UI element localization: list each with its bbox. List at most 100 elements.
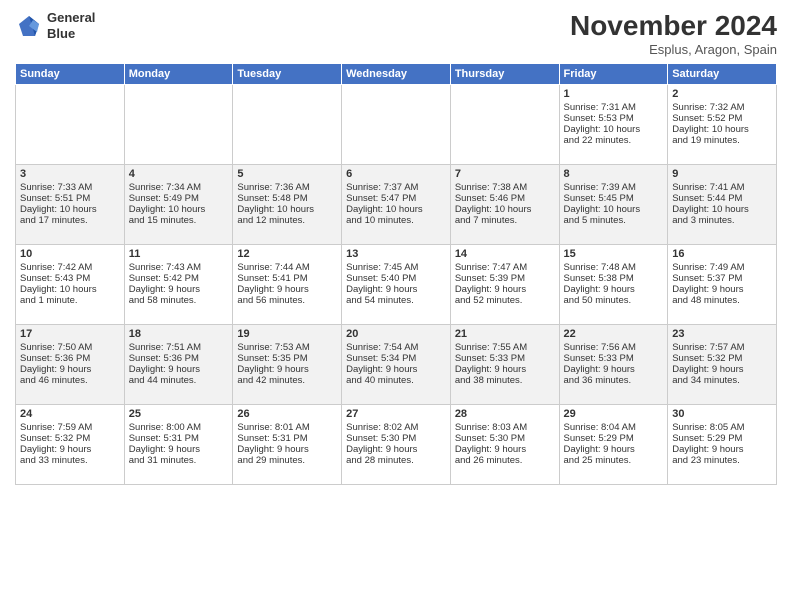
calendar-cell: 27Sunrise: 8:02 AMSunset: 5:30 PMDayligh… [342, 405, 451, 485]
cell-text: Daylight: 9 hours [237, 444, 337, 455]
calendar-cell [16, 85, 125, 165]
calendar-cell: 6 Sunrise: 7:37 AMSunset: 5:47 PMDaylight… [342, 165, 451, 245]
day-number: 14 [455, 248, 555, 260]
cell-text: Sunrise: 7:34 AM [129, 182, 229, 193]
cell-text: and 40 minutes. [346, 375, 446, 386]
cell-text: and 22 minutes. [564, 135, 664, 146]
cell-text: Sunset: 5:38 PM [564, 273, 664, 284]
day-number: 9 [672, 168, 772, 180]
calendar-cell [342, 85, 451, 165]
cell-text: and 26 minutes. [455, 455, 555, 466]
logo-icon [15, 12, 43, 40]
title-area: November 2024 Esplus, Aragon, Spain [570, 10, 777, 57]
day-number: 18 [129, 328, 229, 340]
cell-text: Sunset: 5:34 PM [346, 353, 446, 364]
cell-text: Daylight: 9 hours [346, 284, 446, 295]
cell-text: Daylight: 9 hours [455, 364, 555, 375]
day-number: 22 [564, 328, 664, 340]
day-number: 13 [346, 248, 446, 260]
calendar-cell: 13Sunrise: 7:45 AMSunset: 5:40 PMDayligh… [342, 245, 451, 325]
cell-text: Sunrise: 7:31 AM [564, 102, 664, 113]
cell-text: Daylight: 9 hours [455, 284, 555, 295]
cell-text: and 42 minutes. [237, 375, 337, 386]
week-row-1: 3Sunrise: 7:33 AMSunset: 5:51 PMDaylight… [16, 165, 777, 245]
cell-text: and 25 minutes. [564, 455, 664, 466]
calendar-cell: 11Sunrise: 7:43 AMSunset: 5:42 PMDayligh… [124, 245, 233, 325]
calendar-cell: 25Sunrise: 8:00 AMSunset: 5:31 PMDayligh… [124, 405, 233, 485]
cell-text: Sunset: 5:53 PM [564, 113, 664, 124]
cell-text: Daylight: 9 hours [129, 444, 229, 455]
header-tuesday: Tuesday [233, 64, 342, 85]
calendar-cell: 24Sunrise: 7:59 AMSunset: 5:32 PMDayligh… [16, 405, 125, 485]
cell-text: and 44 minutes. [129, 375, 229, 386]
cell-text: Sunrise: 7:48 AM [564, 262, 664, 273]
cell-text: Sunrise: 8:01 AM [237, 422, 337, 433]
calendar-cell: 9Sunrise: 7:41 AMSunset: 5:44 PMDaylight… [668, 165, 777, 245]
cell-text: Sunrise: 7:51 AM [129, 342, 229, 353]
cell-text: Sunrise: 7:45 AM [346, 262, 446, 273]
cell-text: Sunrise: 8:03 AM [455, 422, 555, 433]
cell-text: Daylight: 9 hours [20, 364, 120, 375]
day-number: 29 [564, 408, 664, 420]
day-number: 23 [672, 328, 772, 340]
header: General Blue November 2024 Esplus, Arago… [15, 10, 777, 57]
days-header-row: Sunday Monday Tuesday Wednesday Thursday… [16, 64, 777, 85]
header-friday: Friday [559, 64, 668, 85]
calendar-cell: 22Sunrise: 7:56 AMSunset: 5:33 PMDayligh… [559, 325, 668, 405]
calendar-cell: 17Sunrise: 7:50 AMSunset: 5:36 PMDayligh… [16, 325, 125, 405]
cell-text: Daylight: 10 hours [564, 204, 664, 215]
cell-text: Daylight: 9 hours [346, 444, 446, 455]
calendar-cell: 16Sunrise: 7:49 AMSunset: 5:37 PMDayligh… [668, 245, 777, 325]
calendar-cell: 4Sunrise: 7:34 AMSunset: 5:49 PMDaylight… [124, 165, 233, 245]
cell-text: Sunrise: 7:37 AM [346, 182, 446, 193]
calendar-cell: 28Sunrise: 8:03 AMSunset: 5:30 PMDayligh… [450, 405, 559, 485]
calendar-cell: 29Sunrise: 8:04 AMSunset: 5:29 PMDayligh… [559, 405, 668, 485]
cell-text: Sunrise: 7:47 AM [455, 262, 555, 273]
cell-text: and 38 minutes. [455, 375, 555, 386]
cell-text: Daylight: 10 hours [672, 124, 772, 135]
cell-text: and 33 minutes. [20, 455, 120, 466]
cell-text: Sunrise: 7:39 AM [564, 182, 664, 193]
cell-text: Sunset: 5:46 PM [455, 193, 555, 204]
cell-text: and 50 minutes. [564, 295, 664, 306]
day-number: 3 [20, 168, 120, 180]
cell-text: Daylight: 9 hours [237, 284, 337, 295]
calendar-cell: 20Sunrise: 7:54 AMSunset: 5:34 PMDayligh… [342, 325, 451, 405]
cell-text: Sunset: 5:45 PM [564, 193, 664, 204]
cell-text: Sunrise: 8:00 AM [129, 422, 229, 433]
day-number: 2 [672, 88, 772, 100]
cell-text: Daylight: 10 hours [237, 204, 337, 215]
day-number: 6 [346, 168, 446, 180]
cell-text: Daylight: 9 hours [672, 444, 772, 455]
cell-text: Daylight: 9 hours [20, 444, 120, 455]
cell-text: and 28 minutes. [346, 455, 446, 466]
location-subtitle: Esplus, Aragon, Spain [570, 42, 777, 57]
calendar-cell: 7Sunrise: 7:38 AMSunset: 5:46 PMDaylight… [450, 165, 559, 245]
cell-text: Sunset: 5:47 PM [346, 193, 446, 204]
header-sunday: Sunday [16, 64, 125, 85]
day-number: 25 [129, 408, 229, 420]
cell-text: Sunset: 5:30 PM [455, 433, 555, 444]
cell-text: Sunset: 5:49 PM [129, 193, 229, 204]
day-number: 8 [564, 168, 664, 180]
cell-text: Sunrise: 7:50 AM [20, 342, 120, 353]
cell-text: and 3 minutes. [672, 215, 772, 226]
cell-text: Sunrise: 8:02 AM [346, 422, 446, 433]
cell-text: Daylight: 9 hours [455, 444, 555, 455]
cell-text: Daylight: 9 hours [564, 284, 664, 295]
cell-text: Sunrise: 7:36 AM [237, 182, 337, 193]
cell-text: Daylight: 10 hours [455, 204, 555, 215]
cell-text: Daylight: 10 hours [346, 204, 446, 215]
day-number: 7 [455, 168, 555, 180]
cell-text: Sunset: 5:41 PM [237, 273, 337, 284]
calendar-cell: 30Sunrise: 8:05 AMSunset: 5:29 PMDayligh… [668, 405, 777, 485]
calendar-cell: 5Sunrise: 7:36 AMSunset: 5:48 PMDaylight… [233, 165, 342, 245]
cell-text: and 48 minutes. [672, 295, 772, 306]
logo-line1: General [47, 10, 95, 26]
calendar-cell: 12Sunrise: 7:44 AMSunset: 5:41 PMDayligh… [233, 245, 342, 325]
cell-text: Sunset: 5:35 PM [237, 353, 337, 364]
cell-text: Sunrise: 7:59 AM [20, 422, 120, 433]
day-number: 30 [672, 408, 772, 420]
day-number: 21 [455, 328, 555, 340]
logo: General Blue [15, 10, 95, 41]
